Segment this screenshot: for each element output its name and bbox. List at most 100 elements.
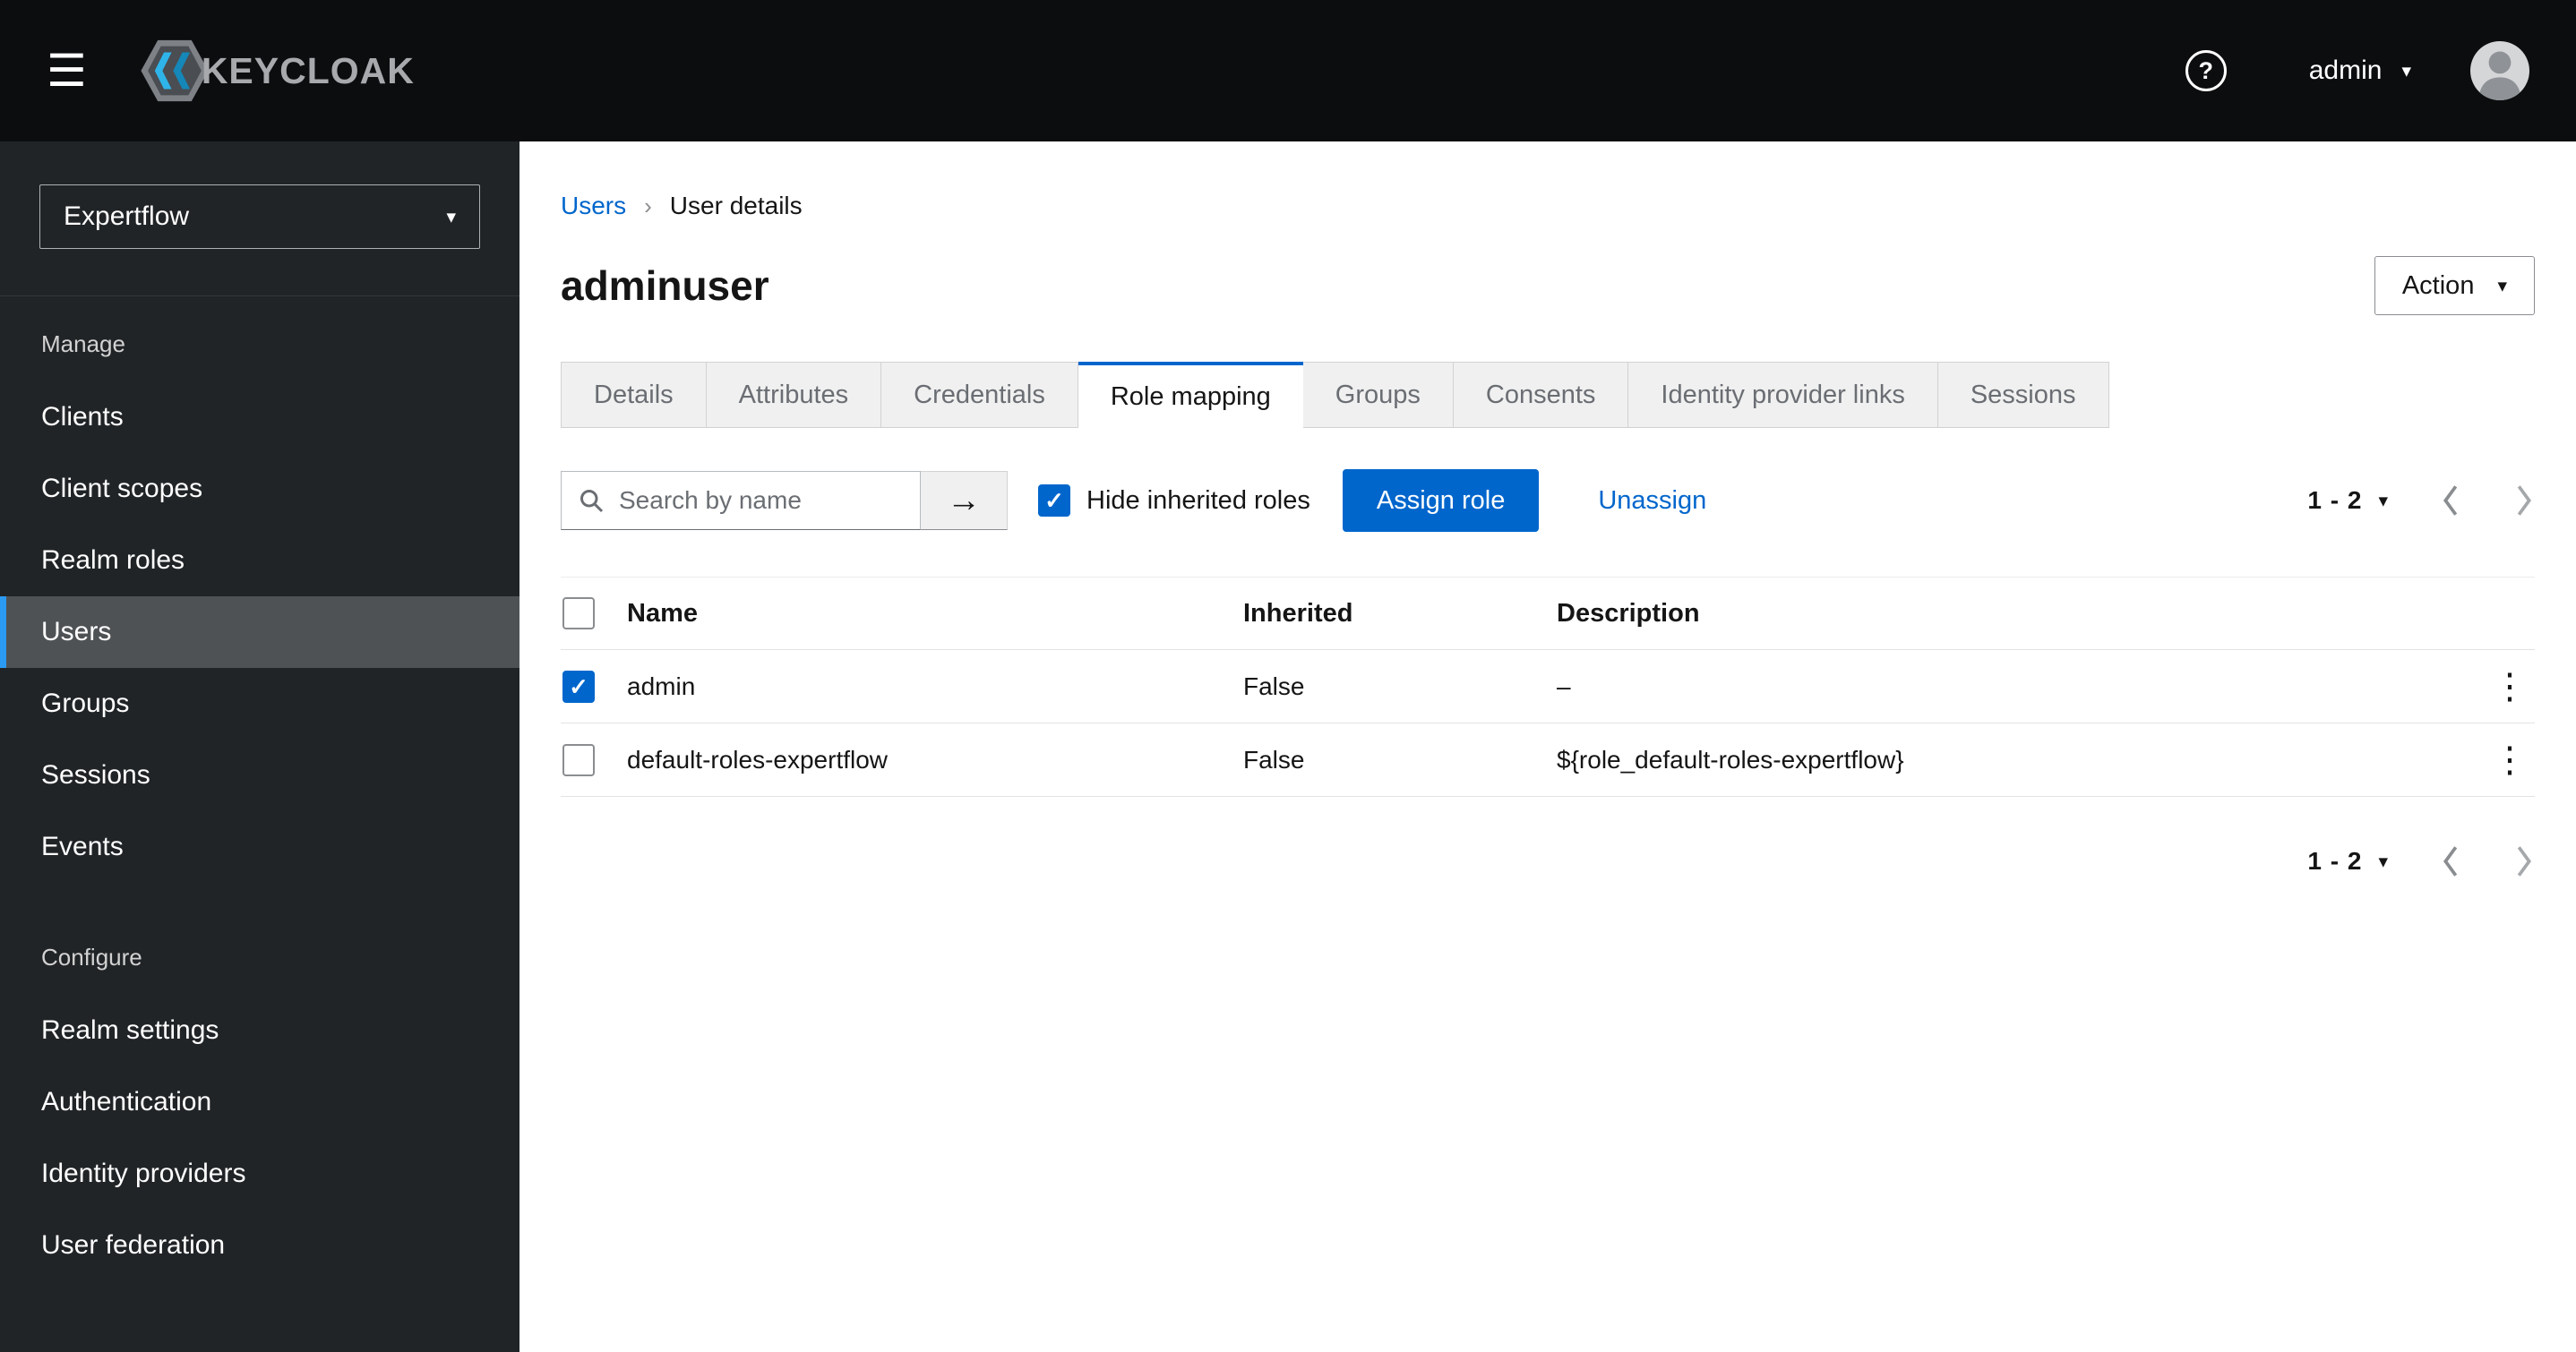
search-icon bbox=[580, 490, 604, 513]
sidebar-item-realm-settings[interactable]: Realm settings bbox=[0, 995, 519, 1066]
row-checkbox[interactable] bbox=[562, 743, 595, 776]
help-icon: ? bbox=[2198, 56, 2213, 84]
sidebar-item-users[interactable]: Users bbox=[0, 596, 519, 668]
tab-identity-provider-links[interactable]: Identity provider links bbox=[1628, 362, 1938, 428]
pagination-range-button[interactable]: 1 - 2 ▾ bbox=[2307, 486, 2388, 515]
page-body: Expertflow ▾ Manage Clients Client scope… bbox=[0, 141, 2576, 1352]
next-page-button[interactable] bbox=[2513, 483, 2535, 518]
pagination-range: 1 - 2 bbox=[2307, 847, 2363, 875]
user-menu-button[interactable]: admin ▾ bbox=[2309, 56, 2411, 86]
pagination-bottom: 1 - 2 ▾ bbox=[2307, 843, 2535, 879]
tab-consents[interactable]: Consents bbox=[1453, 362, 1629, 428]
realm-selector[interactable]: Expertflow ▾ bbox=[39, 184, 480, 249]
masthead: ☰ KEYCLOAK ? admin ▾ bbox=[0, 0, 2576, 141]
table-header-row: Name Inherited Description bbox=[561, 577, 2535, 650]
breadcrumb-users-link[interactable]: Users bbox=[561, 192, 626, 220]
tab-bar: Details Attributes Credentials Role mapp… bbox=[561, 362, 2535, 428]
unassign-link[interactable]: Unassign bbox=[1598, 486, 1706, 516]
search-box bbox=[561, 471, 921, 530]
caret-down-icon: ▾ bbox=[2378, 490, 2388, 511]
sidebar-nav: Manage Clients Client scopes Realm roles… bbox=[0, 295, 519, 1281]
column-header-description: Description bbox=[1557, 598, 1700, 628]
row-checkbox[interactable]: ✓ bbox=[562, 670, 595, 703]
realm-name: Expertflow bbox=[64, 201, 190, 231]
cell-inherited: False bbox=[1243, 672, 1305, 700]
sidebar-item-authentication[interactable]: Authentication bbox=[0, 1066, 519, 1138]
page-header: adminuser Action ▾ bbox=[561, 256, 2535, 315]
tab-sessions[interactable]: Sessions bbox=[1937, 362, 2109, 428]
nav-section-manage: Manage bbox=[41, 330, 125, 357]
row-kebab-button[interactable]: ⋮ bbox=[2485, 742, 2535, 778]
row-kebab-button[interactable]: ⋮ bbox=[2485, 669, 2535, 705]
avatar[interactable] bbox=[2470, 41, 2529, 100]
search-submit-button[interactable]: → bbox=[921, 471, 1008, 530]
role-toolbar: → ✓ Hide inherited roles Assign role Una… bbox=[561, 469, 2535, 532]
table-row-admin: ✓ admin False – ⋮ bbox=[561, 650, 2535, 723]
role-mapping-table: Name Inherited Description ✓ admin False… bbox=[561, 577, 2535, 797]
previous-page-button[interactable] bbox=[2440, 483, 2461, 518]
sidebar: Expertflow ▾ Manage Clients Client scope… bbox=[0, 141, 519, 1352]
search-input[interactable] bbox=[619, 486, 907, 515]
sidebar-item-events[interactable]: Events bbox=[0, 811, 519, 883]
breadcrumb-separator-icon: › bbox=[644, 192, 652, 219]
action-label: Action bbox=[2401, 270, 2475, 300]
tab-groups[interactable]: Groups bbox=[1302, 362, 1454, 428]
tab-role-mapping[interactable]: Role mapping bbox=[1078, 362, 1303, 428]
search-group: → bbox=[561, 471, 1008, 530]
arrow-right-icon: → bbox=[947, 482, 981, 519]
previous-page-button[interactable] bbox=[2440, 843, 2461, 879]
keycloak-admin-console: ☰ KEYCLOAK ? admin ▾ Expertflow ▾ Manage… bbox=[0, 0, 2576, 1352]
main-content: Users › User details adminuser Action ▾ … bbox=[519, 141, 2576, 1352]
hamburger-icon: ☰ bbox=[47, 46, 87, 96]
cell-name: default-roles-expertflow bbox=[627, 745, 889, 774]
column-header-name: Name bbox=[627, 598, 698, 628]
help-button[interactable]: ? bbox=[2185, 50, 2227, 91]
sidebar-item-sessions[interactable]: Sessions bbox=[0, 740, 519, 811]
sidebar-item-identity-providers[interactable]: Identity providers bbox=[0, 1138, 519, 1210]
cell-description: – bbox=[1557, 672, 1571, 700]
chevron-left-icon bbox=[2443, 846, 2458, 877]
pagination-bottom-wrap: 1 - 2 ▾ bbox=[561, 843, 2535, 879]
tab-credentials[interactable]: Credentials bbox=[881, 362, 1078, 428]
hamburger-menu-button[interactable]: ☰ bbox=[47, 48, 87, 93]
tab-details[interactable]: Details bbox=[561, 362, 707, 428]
breadcrumb: Users › User details bbox=[561, 192, 2535, 220]
row-checkbox-cell: ✓ bbox=[561, 670, 627, 703]
keycloak-logo-icon bbox=[141, 39, 209, 102]
username: admin bbox=[2308, 56, 2383, 85]
cell-name: admin bbox=[627, 672, 696, 700]
page-title: adminuser bbox=[561, 262, 769, 309]
pagination-range: 1 - 2 bbox=[2307, 486, 2363, 514]
keycloak-logo[interactable]: KEYCLOAK bbox=[141, 34, 415, 107]
chevron-right-icon bbox=[2517, 846, 2532, 877]
masthead-right: ? admin ▾ bbox=[2185, 41, 2529, 100]
cell-description: ${role_default-roles-expertflow} bbox=[1557, 745, 1904, 774]
caret-down-icon: ▾ bbox=[446, 206, 456, 227]
caret-down-icon: ▾ bbox=[2401, 60, 2411, 81]
select-all-checkbox[interactable] bbox=[562, 597, 595, 629]
action-dropdown-button[interactable]: Action ▾ bbox=[2374, 256, 2535, 315]
sidebar-item-clients[interactable]: Clients bbox=[0, 381, 519, 453]
pagination-top: 1 - 2 ▾ bbox=[2307, 483, 2535, 518]
next-page-button[interactable] bbox=[2513, 843, 2535, 879]
hide-inherited-checkbox[interactable]: ✓ bbox=[1038, 484, 1070, 517]
tab-attributes[interactable]: Attributes bbox=[706, 362, 882, 428]
hide-inherited-toggle[interactable]: ✓ Hide inherited roles bbox=[1038, 484, 1310, 517]
hide-inherited-label: Hide inherited roles bbox=[1086, 485, 1310, 515]
header-checkbox-cell bbox=[561, 597, 627, 629]
caret-down-icon: ▾ bbox=[2497, 275, 2507, 296]
column-header-inherited: Inherited bbox=[1243, 598, 1353, 628]
chevron-left-icon bbox=[2443, 485, 2458, 516]
sidebar-item-client-scopes[interactable]: Client scopes bbox=[0, 453, 519, 525]
row-checkbox-cell bbox=[561, 743, 627, 776]
assign-role-button[interactable]: Assign role bbox=[1342, 469, 1540, 532]
sidebar-item-user-federation[interactable]: User federation bbox=[0, 1210, 519, 1281]
check-icon: ✓ bbox=[1044, 487, 1064, 514]
kebab-icon: ⋮ bbox=[2492, 666, 2528, 706]
keycloak-wordmark: KEYCLOAK bbox=[201, 49, 415, 91]
caret-down-icon: ▾ bbox=[2378, 851, 2388, 872]
sidebar-item-groups[interactable]: Groups bbox=[0, 668, 519, 740]
cell-inherited: False bbox=[1243, 745, 1305, 774]
pagination-range-button[interactable]: 1 - 2 ▾ bbox=[2307, 847, 2388, 876]
sidebar-item-realm-roles[interactable]: Realm roles bbox=[0, 525, 519, 596]
